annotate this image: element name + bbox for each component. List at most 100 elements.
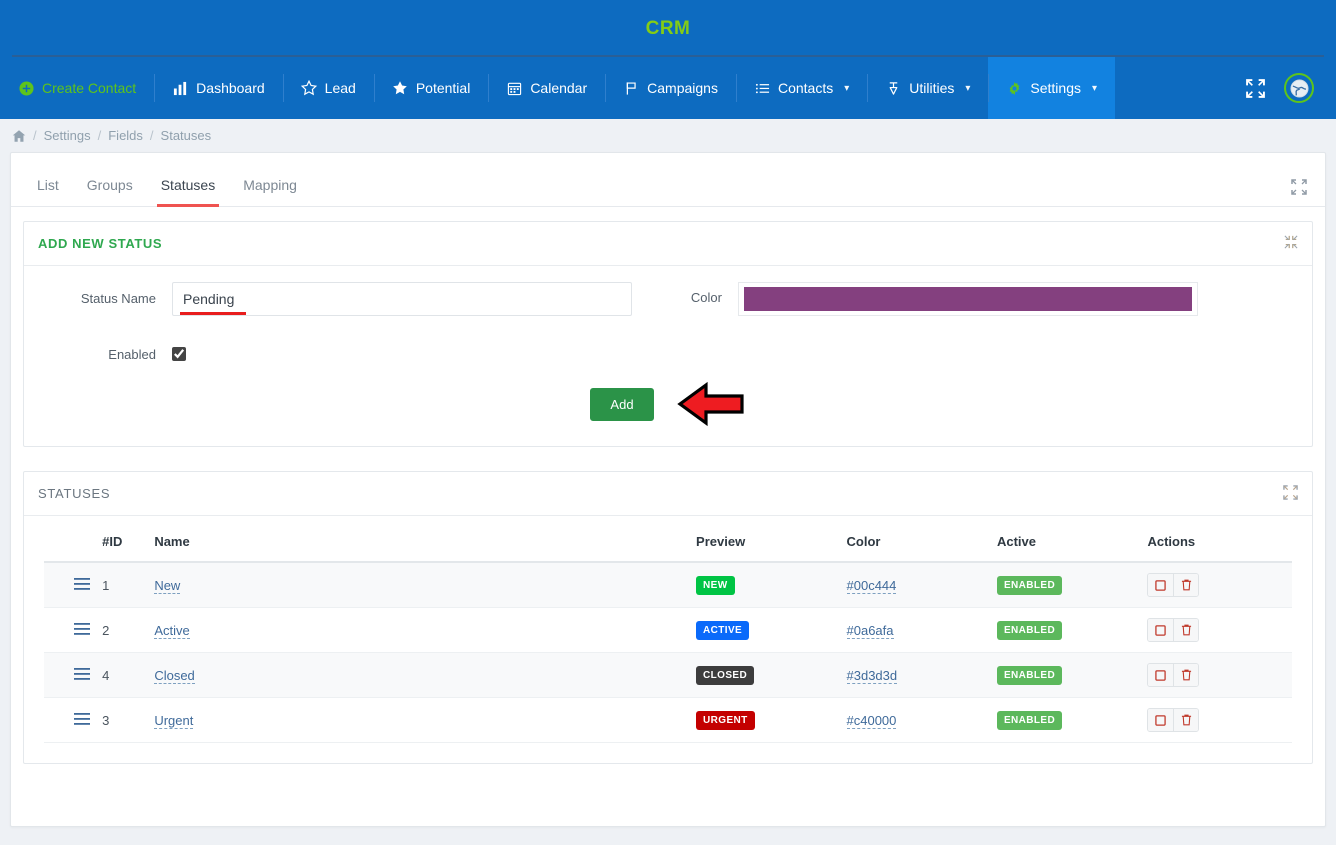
table-row: 4 Closed CLOSED #3d3d3d ENABLED [44,652,1292,698]
add-panel-body: Status Name Color Enabled Add [24,266,1312,446]
expand-icon[interactable] [1291,179,1313,198]
row-name-cell: New [148,562,691,608]
expand-icon[interactable] [1283,484,1298,503]
statuses-panel-title: STATUSES [38,486,111,501]
nav-item-potential[interactable]: Potential [373,57,488,119]
drag-handle-icon[interactable] [74,622,90,639]
nav-label: Lead [324,80,356,96]
row-preview-cell: URGENT [690,697,841,743]
breadcrumb-item-fields[interactable]: Fields [108,128,143,143]
app-title: CRM [645,17,691,39]
enabled-checkbox[interactable] [172,347,186,361]
nav-item-contacts[interactable]: Contacts ▾ [735,57,867,119]
row-drag-cell[interactable] [44,652,97,698]
status-name-link[interactable]: New [154,577,181,594]
main-navigation: Create Contact Dashboard Lead Potential [0,57,1336,119]
plus-circle-icon [18,80,35,97]
expand-arrows-icon[interactable] [1244,77,1266,99]
brand-bar: CRM [0,0,1336,57]
status-name-link[interactable]: Active [154,622,190,639]
statuses-table: #ID Name Preview Color Active Actions 1 … [44,522,1292,743]
breadcrumb-item-settings[interactable]: Settings [44,128,91,143]
stop-icon[interactable] [1148,619,1174,641]
col-actions: Actions [1141,522,1292,563]
status-preview-badge: ACTIVE [696,620,750,640]
compress-icon[interactable] [1284,235,1298,252]
status-color-link[interactable]: #3d3d3d [846,667,898,684]
row-action-group [1147,708,1200,732]
stop-icon[interactable] [1148,574,1174,596]
status-name-label: Status Name [80,291,156,306]
col-name: Name [148,522,691,563]
row-actions-cell [1141,607,1292,653]
row-action-group [1147,573,1200,597]
nav-item-calendar[interactable]: Calendar [488,57,605,119]
drag-handle-icon[interactable] [74,577,90,594]
status-name-input[interactable] [172,282,632,316]
nav-item-dashboard[interactable]: Dashboard [154,57,283,119]
nav-label: Potential [415,80,471,96]
nav-item-settings[interactable]: Settings ▾ [988,57,1116,119]
drag-handle-icon[interactable] [74,712,90,729]
table-body: 1 New NEW #00c444 ENABLED 2 Active ACTIV… [44,562,1292,743]
col-active: Active [990,522,1142,563]
add-panel-header: ADD NEW STATUS [24,222,1312,266]
statuses-table-wrap: #ID Name Preview Color Active Actions 1 … [24,516,1312,763]
status-badge: ENABLED [996,710,1063,730]
chevron-down-icon: ▾ [844,82,850,94]
red-underline-annotation [180,312,246,315]
nav-item-lead[interactable]: Lead [282,57,374,119]
chevron-down-icon: ▾ [965,82,971,94]
statuses-panel: STATUSES #ID Name Preview Color Active A… [23,471,1313,764]
row-id: 1 [96,562,149,608]
stop-icon[interactable] [1148,664,1174,686]
nav-right-tools [1244,57,1336,119]
row-drag-cell[interactable] [44,607,97,653]
trash-icon[interactable] [1173,574,1199,596]
breadcrumb: / Settings / Fields / Statuses [0,119,1336,152]
row-preview-cell: ACTIVE [690,607,841,653]
row-preview-cell: CLOSED [690,652,841,698]
status-name-row: Status Name Color [24,282,1312,316]
globe-icon[interactable] [1284,73,1314,103]
row-drag-cell[interactable] [44,697,97,743]
status-color-link[interactable]: #0a6afa [846,622,894,639]
breadcrumb-item-statuses[interactable]: Statuses [161,128,212,143]
tab-list[interactable]: List [23,177,73,206]
trash-icon[interactable] [1173,619,1199,641]
nav-item-utilities[interactable]: Utilities ▾ [867,57,988,119]
tab-mapping[interactable]: Mapping [229,177,311,206]
row-id: 4 [96,652,149,698]
tab-statuses[interactable]: Statuses [147,177,229,207]
stop-icon[interactable] [1148,709,1174,731]
row-action-group [1147,618,1200,642]
add-panel-title: ADD NEW STATUS [38,236,163,251]
color-picker-field[interactable] [738,282,1198,316]
status-badge: ENABLED [996,665,1063,685]
nav-label: Contacts [777,80,834,96]
row-preview-cell: NEW [690,562,841,608]
status-color-link[interactable]: #c40000 [846,712,897,729]
chevron-down-icon: ▾ [1092,82,1098,94]
status-name-link[interactable]: Urgent [154,712,194,729]
col-preview: Preview [690,522,841,563]
status-badge: ENABLED [996,575,1063,595]
breadcrumb-separator: / [97,128,102,143]
enabled-row: Enabled [24,338,1312,364]
table-row: 2 Active ACTIVE #0a6afa ENABLED [44,607,1292,653]
nav-item-create-contact[interactable]: Create Contact [0,57,154,119]
tab-groups[interactable]: Groups [73,177,147,206]
home-icon[interactable] [12,129,26,143]
trash-icon[interactable] [1173,709,1199,731]
row-drag-cell[interactable] [44,562,97,608]
status-name-link[interactable]: Closed [154,667,195,684]
color-swatch [744,287,1192,311]
nav-item-campaigns[interactable]: Campaigns [605,57,736,119]
status-color-link[interactable]: #00c444 [846,577,897,594]
add-button[interactable]: Add [590,387,654,421]
table-head: #ID Name Preview Color Active Actions [44,522,1292,563]
trash-icon[interactable] [1173,664,1199,686]
row-action-group [1147,663,1200,687]
status-preview-badge: NEW [696,575,735,595]
drag-handle-icon[interactable] [74,667,90,684]
